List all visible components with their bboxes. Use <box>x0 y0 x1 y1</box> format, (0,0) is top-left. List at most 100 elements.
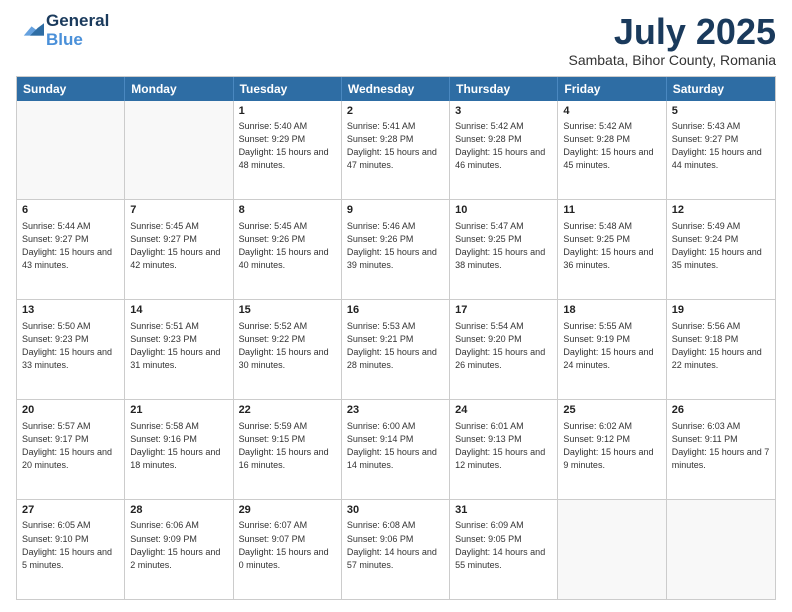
table-row: 2Sunrise: 5:41 AMSunset: 9:28 PMDaylight… <box>342 101 450 200</box>
table-row: 17 Sunrise: 5:54 AMSunset: 9:20 PMDayligh… <box>450 300 558 399</box>
sunrise-text: Sunrise: 5:51 AM <box>130 320 227 333</box>
calendar-row: 6Sunrise: 5:44 AMSunset: 9:27 PMDaylight… <box>17 199 775 299</box>
calendar-row: 1Sunrise: 5:40 AMSunset: 9:29 PM Daylight… <box>17 101 775 200</box>
sunset-text: Sunset: 9:19 PM <box>563 333 660 346</box>
table-row: 12Sunrise: 5:49 AMSunset: 9:24 PMDayligh… <box>667 200 775 299</box>
day-number: 8 <box>239 203 336 218</box>
sunrise-text: Sunrise: 6:05 AM <box>22 519 119 532</box>
table-row: 22Sunrise: 5:59 AMSunset: 9:15 PMDayligh… <box>234 400 342 499</box>
sunrise-text: Sunrise: 6:06 AM <box>130 519 227 532</box>
title-location: Sambata, Bihor County, Romania <box>568 52 776 68</box>
daylight-text: Daylight: 15 hours and 43 minutes. <box>22 246 119 272</box>
sunset-text: Sunset: 9:12 PM <box>563 433 660 446</box>
sunrise-text: Sunrise: 5:55 AM <box>563 320 660 333</box>
table-row: 15Sunrise: 5:52 AMSunset: 9:22 PMDayligh… <box>234 300 342 399</box>
daylight-text: Daylight: 15 hours and 12 minutes. <box>455 446 552 472</box>
sunrise-text: Sunrise: 5:54 AM <box>455 320 552 333</box>
table-row: 24Sunrise: 6:01 AMSunset: 9:13 PMDayligh… <box>450 400 558 499</box>
day-number: 21 <box>130 403 227 418</box>
calendar: Sunday Monday Tuesday Wednesday Thursday… <box>16 76 776 600</box>
sunset-text: Sunset: 9:27 PM <box>22 233 119 246</box>
table-row: 27Sunrise: 6:05 AMSunset: 9:10 PMDayligh… <box>17 500 125 599</box>
sunrise-text: Sunrise: 5:43 AM <box>672 120 770 133</box>
daylight-text: Daylight: 15 hours and 24 minutes. <box>563 346 660 372</box>
table-row: 31Sunrise: 6:09 AMSunset: 9:05 PMDayligh… <box>450 500 558 599</box>
daylight-text: Daylight: 15 hours and 26 minutes. <box>455 346 552 372</box>
sunset-text: Sunset: 9:20 PM <box>455 333 552 346</box>
sunset-text: Sunset: 9:23 PM <box>22 333 119 346</box>
day-number: 19 <box>672 303 770 318</box>
sunset-text: Sunset: 9:23 PM <box>130 333 227 346</box>
sunset-text: Sunset: 9:09 PM <box>130 533 227 546</box>
header-tuesday: Tuesday <box>234 77 342 101</box>
sunrise-text: Sunrise: 5:42 AM <box>563 120 660 133</box>
sunrise-text: Sunrise: 5:56 AM <box>672 320 770 333</box>
day-number: 14 <box>130 303 227 318</box>
table-row: 28Sunrise: 6:06 AMSunset: 9:09 PMDayligh… <box>125 500 233 599</box>
sunrise-text: Sunrise: 5:40 AM <box>239 120 336 133</box>
sunrise-text: Sunrise: 5:47 AM <box>455 220 552 233</box>
table-row: 10Sunrise: 5:47 AMSunset: 9:25 PMDayligh… <box>450 200 558 299</box>
daylight-text: Daylight: 15 hours and 16 minutes. <box>239 446 336 472</box>
header-monday: Monday <box>125 77 233 101</box>
sunrise-text: Sunrise: 5:52 AM <box>239 320 336 333</box>
logo-icon <box>16 20 44 42</box>
table-row: 1Sunrise: 5:40 AMSunset: 9:29 PMDaylight… <box>234 101 342 200</box>
day-number: 31 <box>455 503 552 518</box>
daylight-text: Daylight: 15 hours and 44 minutes. <box>672 146 770 172</box>
sunrise-text: Sunrise: 5:50 AM <box>22 320 119 333</box>
sunset-text: Sunset: 9:28 PM <box>347 133 444 146</box>
day-number: 10 <box>455 203 552 218</box>
day-number: 11 <box>563 203 660 218</box>
daylight-text: Daylight: 15 hours and 30 minutes. <box>239 346 336 372</box>
title-month: July 2025 <box>568 12 776 52</box>
sunset-text: Sunset: 9:26 PM <box>239 233 336 246</box>
sunset-text: Sunset: 9:21 PM <box>347 333 444 346</box>
sunrise-text: Sunrise: 5:45 AM <box>130 220 227 233</box>
day-number: 16 <box>347 303 444 318</box>
sunrise-text: Sunrise: 5:58 AM <box>130 420 227 433</box>
table-row: 23Sunrise: 6:00 AMSunset: 9:14 PMDayligh… <box>342 400 450 499</box>
sunset-text: Sunset: 9:24 PM <box>672 233 770 246</box>
sunrise-text: Sunrise: 5:41 AM <box>347 120 444 133</box>
sunset-text: Sunset: 9:15 PM <box>239 433 336 446</box>
sunrise-text: Sunrise: 5:48 AM <box>563 220 660 233</box>
day-number: 28 <box>130 503 227 518</box>
sunset-text: Sunset: 9:29 PM <box>239 133 336 146</box>
sunrise-text: Sunrise: 5:42 AM <box>455 120 552 133</box>
title-block: July 2025 Sambata, Bihor County, Romania <box>568 12 776 68</box>
day-number: 2 <box>347 104 444 119</box>
sunrise-text: Sunrise: 5:45 AM <box>239 220 336 233</box>
table-row: 14Sunrise: 5:51 AMSunset: 9:23 PMDayligh… <box>125 300 233 399</box>
calendar-row: 20Sunrise: 5:57 AMSunset: 9:17 PMDayligh… <box>17 399 775 499</box>
daylight-text: Daylight: 14 hours and 57 minutes. <box>347 546 444 572</box>
sunset-text: Sunset: 9:11 PM <box>672 433 770 446</box>
day-number: 15 <box>239 303 336 318</box>
calendar-body: 1Sunrise: 5:40 AMSunset: 9:29 PM Daylight… <box>17 101 775 599</box>
day-number: 26 <box>672 403 770 418</box>
day-number: 22 <box>239 403 336 418</box>
daylight-text: Daylight: 15 hours and 33 minutes. <box>22 346 119 372</box>
day-number: 7 <box>130 203 227 218</box>
day-number: 17 <box>455 303 552 318</box>
daylight-text: Daylight: 15 hours and 9 minutes. <box>563 446 660 472</box>
table-row: 29Sunrise: 6:07 AMSunset: 9:07 PMDayligh… <box>234 500 342 599</box>
calendar-row: 13Sunrise: 5:50 AMSunset: 9:23 PMDayligh… <box>17 299 775 399</box>
sunset-text: Sunset: 9:16 PM <box>130 433 227 446</box>
table-row: 21Sunrise: 5:58 AMSunset: 9:16 PMDayligh… <box>125 400 233 499</box>
sunrise-text: Sunrise: 6:01 AM <box>455 420 552 433</box>
day-number: 1 <box>239 104 336 119</box>
day-number: 3 <box>455 104 552 119</box>
calendar-row: 27Sunrise: 6:05 AMSunset: 9:10 PMDayligh… <box>17 499 775 599</box>
sunset-text: Sunset: 9:27 PM <box>130 233 227 246</box>
daylight-text: Daylight: 15 hours and 0 minutes. <box>239 546 336 572</box>
daylight-text: Daylight: 15 hours and 7 minutes. <box>672 446 770 472</box>
sunset-text: Sunset: 9:27 PM <box>672 133 770 146</box>
daylight-text: Daylight: 15 hours and 47 minutes. <box>347 146 444 172</box>
table-row <box>558 500 666 599</box>
day-number: 18 <box>563 303 660 318</box>
table-row: 18 Sunrise: 5:55 AMSunset: 9:19 PMDayligh… <box>558 300 666 399</box>
sunrise-text: Sunrise: 5:53 AM <box>347 320 444 333</box>
sunset-text: Sunset: 9:07 PM <box>239 533 336 546</box>
day-number: 29 <box>239 503 336 518</box>
